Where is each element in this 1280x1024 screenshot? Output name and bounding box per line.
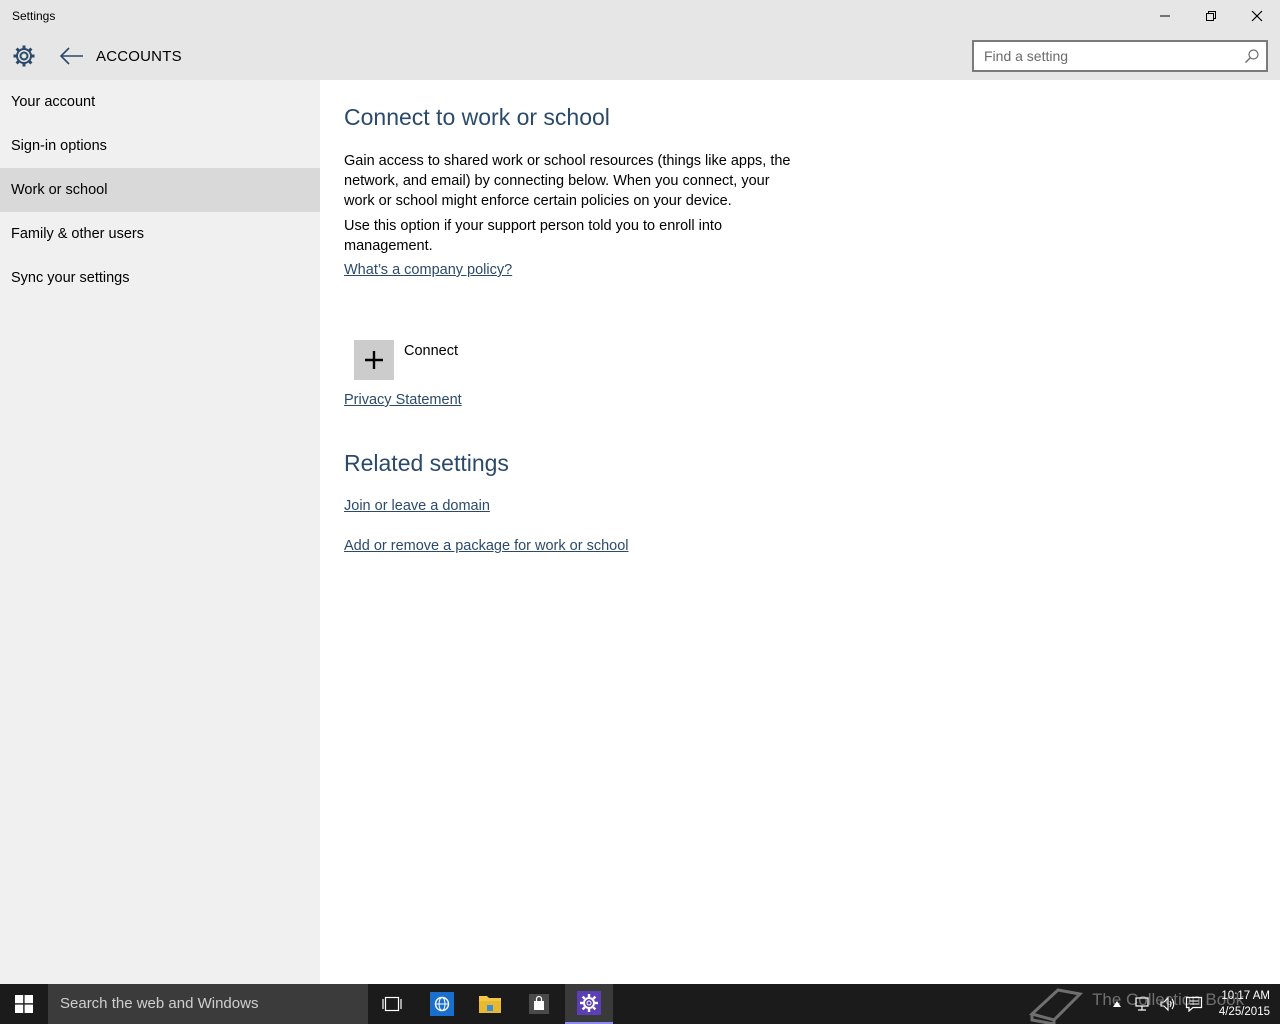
settings-gear-icon (577, 991, 601, 1015)
show-hidden-icons-button[interactable] (1108, 984, 1126, 1024)
minimize-icon (1160, 15, 1170, 17)
clock-date: 4/25/2015 (1218, 1006, 1270, 1018)
show-hidden-icons-icon (1113, 1001, 1121, 1007)
connect-button[interactable] (354, 340, 394, 380)
taskbar-search-placeholder: Search the web and Windows (60, 995, 259, 1012)
search-input[interactable] (974, 42, 1236, 70)
taskbar-clock[interactable]: 10:17 AM 4/25/2015 (1206, 988, 1270, 1020)
book-logo-icon (1028, 988, 1084, 1024)
settings-taskbar-button[interactable] (565, 984, 613, 1024)
back-button[interactable] (58, 44, 86, 68)
sidebar-item-work-or-school[interactable]: Work or school (0, 168, 320, 212)
clock-time: 10:17 AM (1221, 990, 1270, 1002)
search-box[interactable] (972, 40, 1268, 72)
taskbar-search-box[interactable]: Search the web and Windows (48, 984, 368, 1024)
sidebar-item-your-account[interactable]: Your account (0, 80, 320, 124)
file-explorer-button[interactable] (466, 984, 514, 1024)
main-content: Connect to work or school Gain access to… (320, 80, 1280, 984)
sidebar-item-family-other-users[interactable]: Family & other users (0, 212, 320, 256)
file-explorer-icon (479, 996, 501, 1013)
sidebar: Your account Sign-in options Work or sch… (0, 80, 320, 984)
task-view-icon (382, 996, 402, 1012)
maximize-icon (1206, 11, 1216, 21)
store-button[interactable] (515, 984, 563, 1024)
network-button[interactable] (1130, 984, 1154, 1024)
company-policy-link[interactable]: What’s a company policy? (344, 262, 512, 278)
related-settings-heading: Related settings (344, 450, 509, 476)
page-title: ACCOUNTS (96, 48, 182, 65)
internet-explorer-icon (430, 992, 454, 1016)
taskbar: Search the web and Windows The Collectio… (0, 984, 1280, 1024)
action-center-button[interactable] (1182, 984, 1206, 1024)
minimize-button[interactable] (1142, 0, 1188, 32)
volume-button[interactable] (1156, 984, 1180, 1024)
sidebar-item-sign-in-options[interactable]: Sign-in options (0, 124, 320, 168)
task-view-button[interactable] (368, 984, 416, 1024)
app-header: ACCOUNTS (0, 32, 1280, 80)
store-icon (529, 994, 549, 1014)
title-bar: Settings (0, 0, 1280, 32)
back-arrow-icon (59, 47, 83, 65)
description-paragraph: Gain access to shared work or school res… (344, 153, 791, 209)
window-title: Settings (12, 9, 56, 23)
maximize-button[interactable] (1188, 0, 1234, 32)
sidebar-item-sync-settings[interactable]: Sync your settings (0, 256, 320, 300)
provisioning-package-link[interactable]: Add or remove a package for work or scho… (344, 538, 629, 554)
settings-home-button[interactable] (12, 44, 36, 68)
plus-icon (365, 351, 383, 369)
volume-icon (1160, 996, 1175, 1012)
privacy-statement-link[interactable]: Privacy Statement (344, 392, 462, 408)
windows-logo-icon (15, 995, 33, 1013)
network-icon (1135, 997, 1149, 1011)
start-button[interactable] (0, 984, 48, 1024)
join-leave-domain-link[interactable]: Join or leave a domain (344, 498, 490, 514)
enroll-note-paragraph: Use this option if your support person t… (344, 218, 723, 254)
section-heading: Connect to work or school (344, 104, 610, 130)
action-center-icon (1185, 996, 1203, 1012)
close-icon (1251, 10, 1263, 22)
connect-label[interactable]: Connect (404, 343, 458, 359)
close-button[interactable] (1234, 0, 1280, 32)
internet-explorer-button[interactable] (418, 984, 466, 1024)
search-icon[interactable] (1244, 48, 1260, 64)
gear-icon (13, 45, 35, 67)
